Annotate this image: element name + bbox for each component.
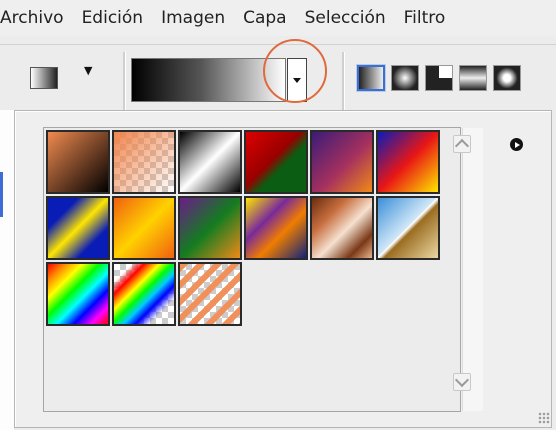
swatch-black-white[interactable]	[178, 130, 242, 194]
separator	[123, 52, 126, 110]
picker-menu-arrow-icon[interactable]	[510, 138, 523, 151]
swatch-violet-orange[interactable]	[310, 130, 374, 194]
left-edge-accent	[0, 172, 3, 217]
linear-gradient-icon[interactable]	[356, 64, 386, 92]
swatch-transparent-rainbow[interactable]	[112, 262, 176, 326]
swatch-violet-green-orange[interactable]	[178, 196, 242, 260]
swatch-orange-to-transparent[interactable]	[112, 130, 176, 194]
menu-capa[interactable]: Capa	[234, 0, 296, 36]
menu-imagen[interactable]: Imagen	[152, 0, 234, 36]
swatch-red-green[interactable]	[244, 130, 308, 194]
resize-grip-icon[interactable]	[538, 412, 550, 424]
left-edge	[0, 110, 14, 430]
swatch-blue-yellow-blue[interactable]	[46, 196, 110, 260]
swatch-orange-yellow-orange[interactable]	[112, 196, 176, 260]
gradient-picker-panel	[14, 110, 552, 428]
scroll-down-icon[interactable]	[453, 373, 471, 391]
menu-edicion[interactable]: Edición	[73, 0, 153, 36]
menu-bar: Archivo Edición Imagen Capa Selección Fi…	[0, 0, 556, 36]
swatch-copper[interactable]	[310, 196, 374, 260]
swatch-orange-to-black[interactable]	[46, 130, 110, 194]
menu-seleccion[interactable]: Selección	[296, 0, 395, 36]
swatch-transparent-stripes[interactable]	[178, 262, 242, 326]
menu-filtro[interactable]: Filtro	[395, 0, 455, 36]
gradient-preview-field[interactable]	[131, 58, 286, 102]
swatch-list	[43, 127, 483, 412]
swatch-yellow-violet-orange-blue[interactable]	[244, 196, 308, 260]
separator	[342, 52, 345, 110]
angle-gradient-icon[interactable]	[425, 65, 453, 91]
diamond-gradient-icon[interactable]	[493, 65, 521, 91]
swatch-chrome[interactable]	[376, 196, 440, 260]
tool-preset-dropdown-icon[interactable]: ▼	[84, 64, 92, 77]
gradient-tool-preset-icon[interactable]	[30, 67, 58, 89]
radial-gradient-icon[interactable]	[391, 65, 419, 91]
scroll-up-icon[interactable]	[453, 135, 471, 153]
menu-archivo[interactable]: Archivo	[0, 0, 73, 36]
gradient-picker-dropdown-button[interactable]	[287, 58, 307, 102]
swatch-spectrum[interactable]	[46, 262, 110, 326]
picker-scrollbar[interactable]	[462, 128, 483, 411]
swatch-blue-red-yellow[interactable]	[376, 130, 440, 194]
reflected-gradient-icon[interactable]	[459, 65, 487, 91]
